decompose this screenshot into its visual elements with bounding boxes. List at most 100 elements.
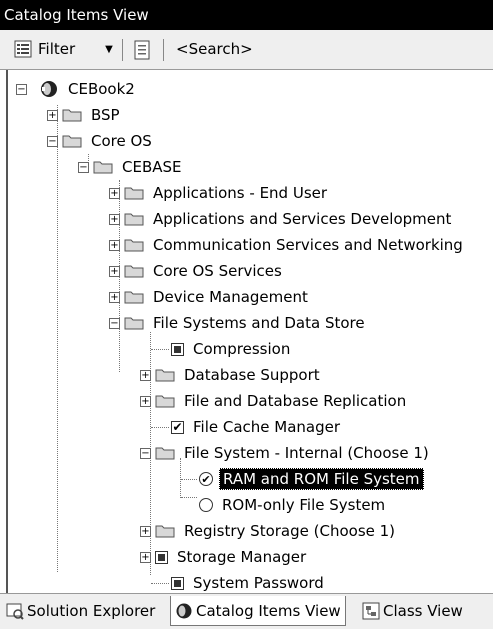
folder-icon (124, 264, 144, 278)
tree-line (151, 349, 169, 350)
expand-icon[interactable]: + (109, 291, 120, 303)
chevron-down-icon: ▼ (105, 43, 113, 55)
project-icon (39, 79, 59, 99)
collapse-icon[interactable]: − (140, 447, 151, 459)
tree-node[interactable]: + Communication Services and Networking (109, 232, 466, 258)
tree-label: Database Support (184, 366, 320, 384)
toolbar-separator (122, 39, 123, 61)
tree-label: BSP (91, 106, 120, 124)
tree-node[interactable]: System Password (171, 570, 327, 593)
tree-node[interactable]: Compression (171, 336, 293, 362)
tree-node-core-os[interactable]: − Core OS (47, 128, 155, 154)
tree-label: Applications - End User (153, 184, 328, 202)
tab-label: Class View (383, 602, 463, 620)
expand-icon[interactable]: + (47, 109, 58, 121)
catalog-icon (175, 602, 193, 620)
expand-icon[interactable]: + (109, 213, 120, 225)
tree-node[interactable]: + Applications and Services Development (109, 206, 454, 232)
expand-icon[interactable]: + (140, 369, 151, 381)
expand-icon[interactable]: + (109, 265, 120, 277)
tree-node-bsp[interactable]: + BSP (47, 102, 123, 128)
tab-catalog-items-view[interactable]: Catalog Items View (170, 596, 346, 626)
radio-icon[interactable] (199, 498, 213, 512)
tree-line (151, 583, 169, 584)
tree-label: ROM-only File System (222, 496, 386, 514)
tree-node-selected[interactable]: ✔ RAM and ROM File System (199, 466, 424, 492)
tab-label: Solution Explorer (27, 602, 156, 620)
folder-icon (124, 290, 144, 304)
collapse-icon[interactable]: − (16, 83, 27, 95)
folder-icon (62, 108, 82, 122)
tree-node-cebase[interactable]: − CEBASE (78, 154, 185, 180)
window-title: Catalog Items View (0, 0, 493, 30)
solution-explorer-icon (6, 602, 24, 620)
radio-selected-icon[interactable]: ✔ (199, 472, 213, 486)
toolbar: Filter ▼ <Search> (0, 30, 493, 70)
expand-icon[interactable]: + (109, 187, 120, 199)
tree-node[interactable]: + Device Management (109, 284, 311, 310)
collapse-icon[interactable]: − (78, 161, 89, 173)
expand-icon[interactable]: + (140, 551, 151, 563)
filter-label: Filter (38, 40, 76, 58)
bottom-tab-strip: Solution Explorer Catalog Items View Cla… (0, 593, 493, 629)
tree-node[interactable]: ✔ File Cache Manager (171, 414, 343, 440)
class-view-icon (362, 602, 380, 620)
folder-icon (124, 186, 144, 200)
collapse-icon[interactable]: − (47, 135, 58, 147)
tree-label: RAM and ROM File System (219, 468, 424, 490)
tree-node[interactable]: + File and Database Replication (140, 388, 409, 414)
folder-icon (155, 368, 175, 382)
folder-open-icon (124, 316, 144, 330)
folder-icon (124, 212, 144, 226)
tree-label: File Systems and Data Store (153, 314, 365, 332)
tree-node[interactable]: + Core OS Services (109, 258, 285, 284)
tree-label: Registry Storage (Choose 1) (184, 522, 396, 540)
collapse-icon[interactable]: − (109, 317, 120, 329)
tree-node[interactable]: ROM-only File System (199, 492, 388, 518)
component-icon (155, 550, 168, 564)
tab-label: Catalog Items View (196, 601, 341, 620)
filter-button[interactable]: Filter (14, 37, 75, 61)
properties-button[interactable] (131, 38, 153, 62)
tree-node[interactable]: − File System - Internal (Choose 1) (140, 440, 432, 466)
tree-label: File and Database Replication (184, 392, 407, 410)
component-icon (171, 342, 184, 356)
tree-label: Compression (193, 340, 291, 358)
tree-node[interactable]: + Database Support (140, 362, 323, 388)
tab-class-view[interactable]: Class View (358, 596, 467, 626)
tree-node[interactable]: + Registry Storage (Choose 1) (140, 518, 398, 544)
tree-label: Core OS Services (153, 262, 282, 280)
filter-dropdown-arrow[interactable]: ▼ (100, 40, 118, 58)
tree-label: System Password (193, 574, 324, 592)
folder-icon (155, 394, 175, 408)
component-icon (171, 576, 184, 590)
tree-node[interactable]: + Applications - End User (109, 180, 330, 206)
tree-line (181, 479, 197, 480)
toolbar-separator (163, 39, 164, 61)
folder-icon (155, 524, 175, 538)
tab-solution-explorer[interactable]: Solution Explorer (2, 596, 159, 626)
tree-label: CEBASE (122, 158, 182, 176)
properties-icon (134, 40, 150, 60)
tree-node-root[interactable]: − CEBook2 (16, 76, 138, 102)
tree-node[interactable]: + Storage Manager (140, 544, 309, 570)
search-box[interactable]: <Search> (176, 37, 253, 61)
tree-label: Core OS (91, 132, 152, 150)
expand-icon[interactable]: + (140, 395, 151, 407)
folder-open-icon (93, 160, 113, 174)
tree-label: Communication Services and Networking (153, 236, 463, 254)
tree-label: File System - Internal (Choose 1) (184, 444, 429, 462)
tree-label: Device Management (153, 288, 308, 306)
checkbox-checked-icon[interactable]: ✔ (171, 420, 184, 434)
catalog-tree: − CEBook2 + BSP − Core OS − CEBASE + App… (6, 70, 493, 593)
expand-icon[interactable]: + (109, 239, 120, 251)
tree-line (181, 497, 197, 498)
tree-label: File Cache Manager (193, 418, 341, 436)
folder-icon (124, 238, 144, 252)
tree-node[interactable]: − File Systems and Data Store (109, 310, 368, 336)
folder-open-icon (62, 134, 82, 148)
filter-icon (14, 40, 32, 58)
expand-icon[interactable]: + (140, 525, 151, 537)
tree-label: Applications and Services Development (153, 210, 452, 228)
tree-label: CEBook2 (68, 80, 135, 98)
